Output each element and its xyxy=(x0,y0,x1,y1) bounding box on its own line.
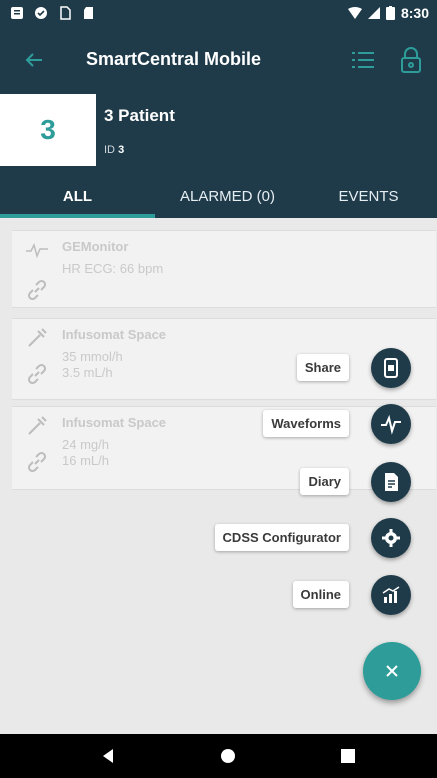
fab-share-row: Share xyxy=(0,348,437,388)
patient-name: 3 Patient xyxy=(104,106,175,125)
share-label[interactable]: Share xyxy=(296,354,349,381)
tab-bar: ALL ALARMED (0) EVENTS xyxy=(0,174,437,218)
clipboard-icon xyxy=(11,7,23,19)
link-icon xyxy=(27,279,47,301)
device-name: GEMonitor xyxy=(62,239,129,254)
system-nav-bar xyxy=(0,734,437,778)
app-title: SmartCentral Mobile xyxy=(86,49,262,69)
recents-square-icon xyxy=(341,749,355,763)
cdss-configurator-label[interactable]: CDSS Configurator xyxy=(214,524,349,551)
sd-card-icon xyxy=(84,7,93,19)
nav-back-button[interactable] xyxy=(94,742,122,770)
device-value: HR ECG: 66 bpm xyxy=(62,261,164,276)
tab-alarmed[interactable]: ALARMED (0) xyxy=(155,174,300,218)
gear-icon xyxy=(382,529,400,547)
nav-home-button[interactable] xyxy=(214,742,242,770)
patient-header: 3 3 Patient ID 3 xyxy=(0,94,437,174)
nav-recents-button[interactable] xyxy=(334,742,362,770)
patient-id-value: 3 xyxy=(118,144,125,156)
back-triangle-icon xyxy=(103,749,113,763)
lock-icon[interactable] xyxy=(398,46,424,74)
online-label[interactable]: Online xyxy=(292,581,349,608)
check-circle-icon xyxy=(35,7,47,19)
signal-icon xyxy=(367,7,380,19)
patient-number-badge: 3 xyxy=(0,94,96,166)
fab-diary-row: Diary xyxy=(0,462,437,502)
status-bar: 8:30 xyxy=(0,0,437,28)
syringe-icon xyxy=(28,328,47,347)
share-tablet-icon xyxy=(384,358,398,378)
battery-icon xyxy=(385,6,395,20)
device-card[interactable]: GEMonitor HR ECG: 66 bpm xyxy=(12,230,436,308)
diary-icon xyxy=(385,473,398,491)
wifi-icon xyxy=(347,7,362,19)
sim-icon xyxy=(60,6,71,20)
waveform-icon xyxy=(381,414,401,435)
tab-all[interactable]: ALL xyxy=(0,174,155,218)
online-button[interactable] xyxy=(371,575,411,615)
status-time: 8:30 xyxy=(400,5,429,21)
share-button[interactable] xyxy=(371,348,411,388)
fab-waveforms-row: Waveforms xyxy=(0,404,437,444)
waveforms-label[interactable]: Waveforms xyxy=(263,410,349,437)
waveforms-button[interactable] xyxy=(371,404,411,444)
diary-button[interactable] xyxy=(371,462,411,502)
chart-online-icon xyxy=(382,586,400,603)
cdss-configurator-button[interactable] xyxy=(371,518,411,558)
close-speed-dial-button[interactable] xyxy=(363,642,421,700)
back-arrow-icon[interactable] xyxy=(22,48,46,72)
fab-cdss-row: CDSS Configurator xyxy=(0,518,437,558)
patient-id-label: ID xyxy=(104,144,115,156)
app-bar: SmartCentral Mobile xyxy=(0,28,437,94)
patient-id: ID 3 xyxy=(104,144,124,156)
fab-online-row: Online xyxy=(0,575,437,615)
heartbeat-icon xyxy=(26,242,48,259)
close-icon xyxy=(386,665,398,677)
diary-label[interactable]: Diary xyxy=(300,468,349,495)
list-icon[interactable] xyxy=(350,48,376,72)
device-name: Infusomat Space xyxy=(62,327,167,342)
tab-events[interactable]: EVENTS xyxy=(300,174,437,218)
home-circle-icon xyxy=(221,749,235,763)
